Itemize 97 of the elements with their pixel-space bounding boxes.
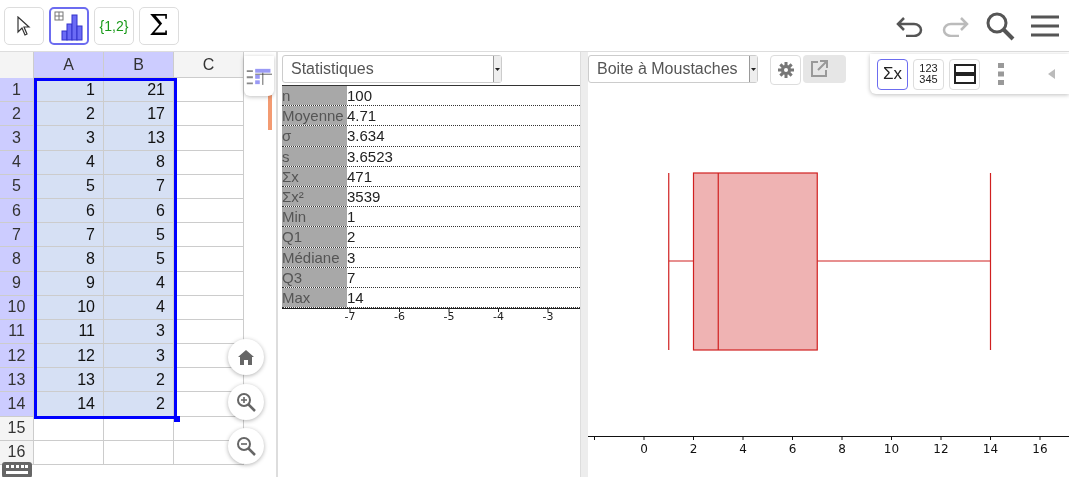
stat-label: Moyenne xyxy=(282,106,347,126)
fill-handle[interactable] xyxy=(174,415,180,422)
stat-label: Q3 xyxy=(282,267,347,287)
stat-value: 1 xyxy=(347,207,357,227)
chart-tool-button[interactable] xyxy=(49,6,89,45)
table-cell: 3 xyxy=(34,126,104,151)
row-header[interactable]: 13 xyxy=(0,368,34,393)
table-cell: 5 xyxy=(104,247,174,272)
plot-type-dropdown[interactable]: Boite à Moustaches xyxy=(588,55,758,83)
x-axis: -7 -6 -5 -4 -3 xyxy=(282,308,580,323)
x-axis: 0 2 4 6 8 10 12 14 16 xyxy=(588,435,1069,456)
dropdown-arrow-icon xyxy=(495,67,500,71)
stat-value: 3.6523 xyxy=(347,146,394,166)
row-header[interactable]: 11 xyxy=(0,319,34,345)
table-cell: 5 xyxy=(104,223,174,248)
row-header[interactable]: 3 xyxy=(0,126,34,151)
table-cell: 14 xyxy=(34,392,104,417)
table-cell: 13 xyxy=(104,126,174,151)
zoom-out-button[interactable] xyxy=(228,428,264,464)
table-cell: 4 xyxy=(104,295,174,320)
stat-label: σ xyxy=(282,126,347,146)
zoom-out-icon xyxy=(236,436,256,456)
column-header[interactable]: B xyxy=(104,52,174,78)
pointer-icon xyxy=(17,15,31,36)
stat-value: 3.634 xyxy=(347,126,386,146)
table-cell: 2 xyxy=(34,102,104,127)
stat-label: Médiane xyxy=(282,247,347,267)
stat-value: 100 xyxy=(347,86,374,106)
home-button[interactable] xyxy=(228,339,264,375)
stat-value: 2 xyxy=(347,227,357,247)
stat-label: n xyxy=(282,86,347,106)
row-header[interactable]: 7 xyxy=(0,223,34,248)
row-header[interactable]: 4 xyxy=(0,150,34,175)
stat-value: 14 xyxy=(347,287,365,308)
more-icon[interactable] xyxy=(998,63,1004,85)
style-bar-button[interactable] xyxy=(244,56,274,96)
empty-cell xyxy=(104,416,174,441)
table-cell: 3 xyxy=(104,319,174,345)
stat-value: 4.71 xyxy=(347,106,378,126)
stat-value: 471 xyxy=(347,166,374,186)
table-cell: 2 xyxy=(104,392,174,417)
export-icon xyxy=(809,60,828,78)
stat-label: Min xyxy=(282,207,347,227)
scrollbar-thumb[interactable] xyxy=(268,94,272,130)
row-header[interactable]: 6 xyxy=(0,198,34,224)
table-cell: 13 xyxy=(34,368,104,393)
stat-label: Q1 xyxy=(282,227,347,247)
row-header[interactable]: 10 xyxy=(0,295,34,320)
zoom-in-button[interactable] xyxy=(228,384,264,420)
table-cell: 8 xyxy=(34,247,104,272)
spreadsheet-style-icon xyxy=(246,67,272,85)
table-cell: 7 xyxy=(34,223,104,248)
stat-value: 3539 xyxy=(347,186,382,207)
table-cell: 8 xyxy=(104,150,174,175)
stat-label: s xyxy=(282,146,347,166)
layout-button[interactable] xyxy=(949,58,980,90)
keyboard-icon xyxy=(6,465,28,475)
stat-value: 7 xyxy=(347,267,357,287)
undo-icon xyxy=(896,14,924,37)
statistics-dropdown[interactable]: Statistiques xyxy=(282,55,502,83)
row-header[interactable]: 1 xyxy=(0,78,34,103)
stat-value: 3 xyxy=(347,247,357,267)
home-icon xyxy=(238,349,254,365)
stat-label: Σx² xyxy=(282,186,347,207)
table-cell: 4 xyxy=(104,271,174,296)
row-header[interactable]: 12 xyxy=(0,344,34,369)
pointer-tool-button[interactable] xyxy=(4,6,44,45)
list-tool-button[interactable]: {1,2} xyxy=(94,6,134,45)
settings-button[interactable] xyxy=(770,55,801,85)
table-cell: 6 xyxy=(104,198,174,224)
table-cell: 2 xyxy=(104,368,174,393)
sum-tool-button[interactable]: Σ xyxy=(139,6,179,45)
table-cell: 3 xyxy=(104,344,174,369)
statistics-toggle-button[interactable]: Σx xyxy=(877,58,908,90)
table-cell: 7 xyxy=(104,174,174,199)
data-toggle-button[interactable]: 123 345 xyxy=(913,58,944,90)
settings-icon xyxy=(777,62,794,78)
table-cell: 17 xyxy=(104,102,174,127)
column-header[interactable]: C xyxy=(174,52,244,78)
zoom-in-icon xyxy=(236,392,256,412)
search-icon xyxy=(985,10,1015,41)
dropdown-arrow-icon xyxy=(751,67,756,71)
bar-chart-icon xyxy=(54,10,84,41)
menu-icon xyxy=(1031,14,1059,37)
row-header[interactable]: 14 xyxy=(0,392,34,417)
row-header[interactable]: 5 xyxy=(0,174,34,199)
row-header[interactable]: 15 xyxy=(0,416,34,441)
row-header[interactable]: 8 xyxy=(0,247,34,272)
table-cell: 12 xyxy=(34,344,104,369)
row-header[interactable]: 9 xyxy=(0,271,34,296)
keyboard-button[interactable] xyxy=(2,462,32,477)
row-header[interactable]: 2 xyxy=(0,102,34,127)
column-header[interactable]: A xyxy=(34,52,104,78)
stat-label: Σx xyxy=(282,166,347,186)
redo-icon xyxy=(941,14,969,37)
layout-icon xyxy=(953,64,976,84)
stat-label: Max xyxy=(282,287,347,308)
